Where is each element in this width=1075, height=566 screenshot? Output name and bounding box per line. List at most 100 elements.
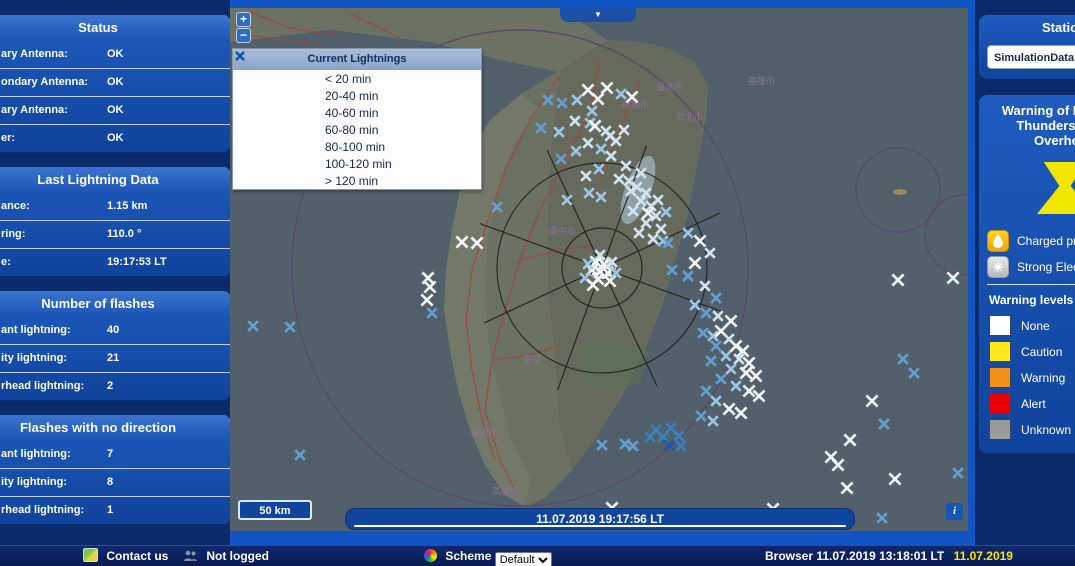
- station-select-value: SimulationData: [994, 52, 1075, 64]
- row-label: ant lightning:: [1, 324, 71, 336]
- status-panel: Last Lightning Data ance: 1.15 km ring: 110.…: [0, 166, 232, 277]
- warning-level-row: None: [989, 315, 1075, 336]
- legend-item: 100-120 min: [233, 51, 481, 172]
- panel-title: Number of flashes: [0, 291, 231, 317]
- warning-level-row: Unknown: [989, 419, 1075, 440]
- warning-level-swatch: [989, 419, 1011, 440]
- data-row: ring: 110.0 °: [0, 221, 231, 249]
- status-panel: Number of flashes ant lightning: 40 ity lig…: [0, 290, 232, 401]
- data-row: rhead lightning: 1: [0, 497, 231, 524]
- legend-item-label: 20-40 min: [325, 88, 379, 103]
- lightning-map[interactable]: 臺北市 基隆市 桃園市 新北市 臺中市 臺灣 臺南市 高雄市 + − ▼ Current Li…: [230, 8, 968, 531]
- charged-precipitation-row: Charged precipitation: [987, 230, 1075, 252]
- warning-level-label: Caution: [1021, 344, 1063, 359]
- row-label: ity lightning:: [1, 352, 67, 364]
- station-title: Station: [1041, 20, 1075, 35]
- data-row: er: OK: [0, 125, 231, 152]
- scheme-palette-icon: [424, 549, 437, 562]
- divider: [987, 284, 1075, 285]
- data-row: e: 19:17:53 LT: [0, 249, 231, 276]
- warning-level-swatch: [989, 315, 1011, 336]
- row-label: er:: [1, 132, 16, 144]
- panel-title: Flashes with no direction: [0, 415, 231, 441]
- row-label: ance:: [1, 200, 30, 212]
- collapse-tab[interactable]: ▼: [560, 8, 636, 22]
- warning-level-label: Alert: [1021, 396, 1046, 411]
- warning-panel: Warning of Possible Thunderstorms Overhe…: [978, 94, 1075, 454]
- row-value: OK: [107, 48, 124, 60]
- lightning-x-icon: [235, 51, 319, 171]
- row-label: rhead lightning:: [1, 504, 85, 516]
- lightning-x-icon: [235, 51, 319, 188]
- legend-item: < 20 min: [233, 51, 481, 87]
- row-label: ary Antenna:: [1, 48, 68, 60]
- svg-text:新北市: 新北市: [676, 111, 703, 122]
- status-bar: Contact us Not logged Scheme Default Bro…: [0, 545, 1075, 566]
- svg-text:高雄市: 高雄市: [492, 485, 519, 496]
- time-display: Browser 11.07.2019 13:18:01 LT 11.07.201…: [765, 546, 1013, 566]
- row-label: ondary Antenna:: [1, 76, 88, 88]
- data-row: ant lightning: 7: [0, 441, 231, 469]
- data-row: ondary Antenna: OK: [0, 69, 231, 97]
- right-sidebar: Station SimulationData Warning of Possib…: [975, 0, 1075, 546]
- row-label: ity lightning:: [1, 476, 67, 488]
- legend-item-label: 60-80 min: [325, 122, 379, 137]
- row-value: OK: [107, 104, 124, 116]
- svg-text:臺灣: 臺灣: [523, 354, 541, 365]
- svg-text:臺中市: 臺中市: [549, 225, 576, 236]
- zoom-out-button[interactable]: −: [236, 28, 251, 43]
- row-label: ring:: [1, 228, 26, 240]
- lightning-x-icon: [235, 51, 319, 120]
- svg-text:臺北市: 臺北市: [656, 81, 683, 92]
- row-value: 19:17:53 LT: [107, 256, 167, 268]
- info-button[interactable]: i: [946, 503, 963, 520]
- data-row: ity lightning: 8: [0, 469, 231, 497]
- zoom-in-button[interactable]: +: [236, 12, 251, 27]
- status-panel: Status ary Antenna: OK ondary Antenna: OK ary…: [0, 14, 232, 153]
- contact-icon: [83, 548, 98, 562]
- data-row: ary Antenna: OK: [0, 41, 231, 69]
- status-panel: Flashes with no direction ant lightning: 7…: [0, 414, 232, 525]
- row-value: OK: [107, 132, 124, 144]
- scheme-select[interactable]: Default: [494, 552, 552, 566]
- warning-level-swatch: [989, 367, 1011, 388]
- current-lightnings-legend: Current Lightnings < 20 min 20-40 min 40-6…: [232, 48, 482, 190]
- row-value: 1: [107, 504, 114, 516]
- map-scale: 50 km: [238, 500, 312, 520]
- browser-time: Browser 11.07.2019 13:18:01 LT: [765, 549, 945, 563]
- row-value: 7: [107, 448, 114, 460]
- warning-level-swatch: [989, 393, 1011, 414]
- data-row: ary Antenna: OK: [0, 97, 231, 125]
- warning-level-label: None: [1021, 318, 1050, 333]
- row-value: 2: [107, 380, 114, 392]
- warning-level-label: Unknown: [1021, 422, 1072, 437]
- thunderstorm-warning-icon: [1037, 162, 1075, 214]
- login-status[interactable]: Not logged: [183, 546, 269, 566]
- station-select[interactable]: SimulationData: [987, 45, 1075, 69]
- row-value: 21: [107, 352, 120, 364]
- contact-us-link[interactable]: Contact us: [83, 546, 168, 566]
- charged-precipitation-icon: [987, 230, 1009, 252]
- data-row: ance: 1.15 km: [0, 193, 231, 221]
- station-panel: Station SimulationData: [978, 14, 1075, 80]
- legend-item-label: > 120 min: [325, 173, 379, 188]
- data-row: ity lightning: 21: [0, 345, 231, 373]
- row-value: OK: [107, 76, 124, 88]
- lightning-x-icon: [235, 51, 319, 137]
- warning-levels-title: Warning levels: [989, 293, 1074, 307]
- charged-precipitation-label: Charged precipitation: [1017, 234, 1075, 248]
- data-row: ant lightning: 40: [0, 317, 231, 345]
- contact-us-label: Contact us: [106, 549, 169, 563]
- warning-message: Warning of Possible Thunderstorms Overhe…: [1001, 103, 1075, 148]
- warning-level-row: Caution: [989, 341, 1075, 362]
- electric-field-icon: [987, 256, 1009, 278]
- app-window: Status ary Antenna: OK ondary Antenna: OK ary…: [0, 0, 1075, 566]
- login-status-label: Not logged: [206, 549, 269, 563]
- legend-title: Current Lightnings: [233, 49, 481, 70]
- panel-title: Last Lightning Data: [0, 167, 231, 193]
- row-value: 8: [107, 476, 114, 488]
- user-icon: [183, 548, 198, 566]
- warning-level-swatch: [989, 341, 1011, 362]
- lightning-x-icon: [235, 51, 319, 154]
- row-value: 1.15 km: [107, 200, 148, 212]
